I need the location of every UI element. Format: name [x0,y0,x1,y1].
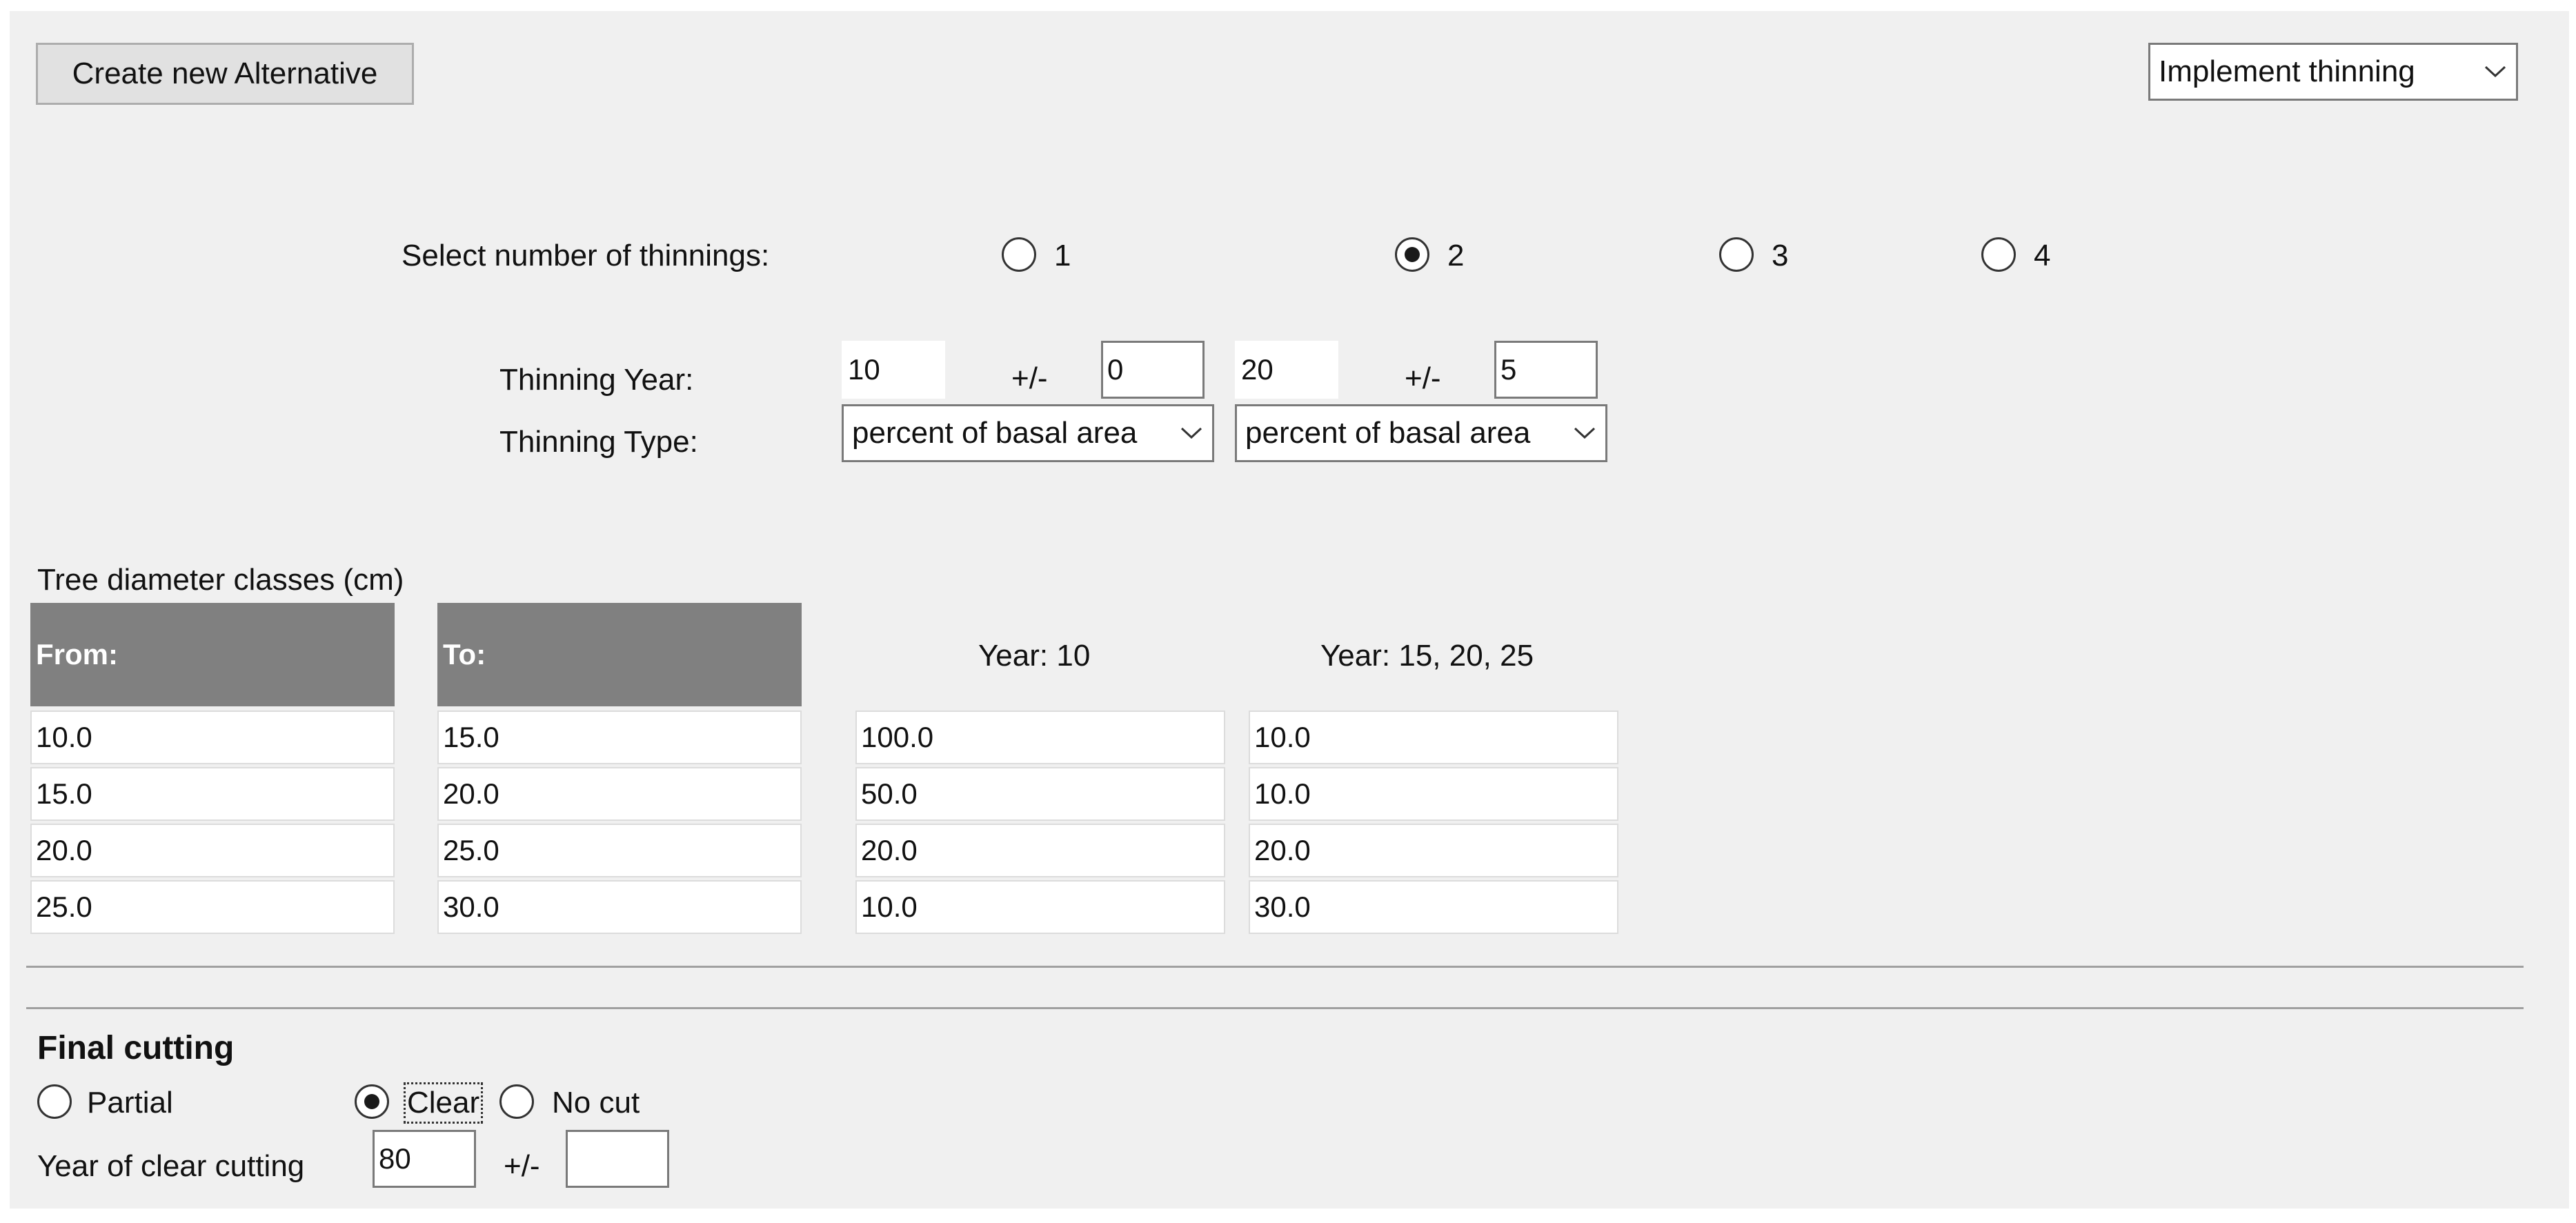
clear-cutting-year-label: Year of clear cutting [37,1149,305,1183]
cell-text: 10.0 [1254,721,1311,753]
thinning-tolerance-1-value: 0 [1107,353,1124,386]
year-2-column-header: Year: 15, 20, 25 [1320,639,1534,673]
cell-text: 25.0 [36,891,92,923]
final-cutting-title: Final cutting [37,1030,235,1066]
to-cell[interactable]: 30.0 [437,880,802,934]
cell-text: 100.0 [861,721,934,753]
final-cutting-nocut-radio[interactable] [499,1084,534,1119]
year-2-cell[interactable]: 10.0 [1249,767,1618,821]
thinning-year-label: Thinning Year: [499,363,694,397]
cell-text: 20.0 [1254,834,1311,866]
thinning-count-label-1: 1 [1054,239,1071,272]
thinning-type-2-value: percent of basal area [1245,416,1531,450]
cell-text: 20.0 [861,834,918,866]
thinning-year-1-input[interactable]: 10 [842,341,945,399]
diameter-caption: Tree diameter classes (cm) [37,563,404,597]
from-cell[interactable]: 10.0 [30,710,395,764]
chevron-down-icon [1171,406,1212,460]
thinning-year-2-input[interactable]: 20 [1235,341,1338,399]
cell-text: 15.0 [443,721,499,753]
cell-text: 30.0 [443,891,499,923]
thinning-tolerance-1-input[interactable]: 0 [1101,341,1205,399]
year-1-column-header: Year: 10 [978,639,1091,673]
from-cell[interactable]: 20.0 [30,824,395,877]
chevron-down-icon [1564,406,1605,460]
thinning-count-radio-1[interactable] [1002,237,1036,272]
final-cutting-clear-label: Clear [403,1082,484,1124]
year-1-cell[interactable]: 100.0 [855,710,1225,764]
from-column-header: From: [30,603,395,706]
from-cell[interactable]: 15.0 [30,767,395,821]
cell-text: 30.0 [1254,891,1311,923]
thinning-tolerance-2-value: 5 [1500,353,1517,386]
cell-text: 10.0 [1254,777,1311,810]
thinning-count-label-3: 3 [1772,239,1789,272]
year-1-cell[interactable]: 20.0 [855,824,1225,877]
thinning-panel: Create new Alternative Implement thinnin… [10,11,2569,1209]
final-cutting-partial-label: Partial [87,1086,173,1120]
thinning-year-2-value: 20 [1241,353,1274,386]
final-cutting-partial-radio[interactable] [37,1084,72,1119]
to-cell[interactable]: 20.0 [437,767,802,821]
clear-cutting-tolerance-label: +/- [504,1149,540,1183]
mode-select[interactable]: Implement thinning [2148,43,2518,101]
tolerance-label-1: +/- [1011,361,1048,395]
cell-text: 10.0 [861,891,918,923]
thinning-count-label-2: 2 [1447,239,1465,272]
from-header-text: From: [36,638,118,670]
to-column-header: To: [437,603,802,706]
final-cutting-clear-radio[interactable] [355,1084,389,1119]
from-cell[interactable]: 25.0 [30,880,395,934]
thinning-count-radio-4[interactable] [1981,237,2016,272]
cell-text: 25.0 [443,834,499,866]
divider [26,1007,2524,1009]
year-2-cell[interactable]: 10.0 [1249,710,1618,764]
thinning-type-1-select[interactable]: percent of basal area [842,404,1214,462]
tolerance-label-2: +/- [1405,361,1441,395]
cell-text: 10.0 [36,721,92,753]
create-new-alternative-label: Create new Alternative [72,57,378,90]
thinning-year-1-value: 10 [848,353,880,386]
clear-cutting-year-value: 80 [379,1142,411,1175]
thinning-type-1-value: percent of basal area [852,416,1138,450]
year-1-cell[interactable]: 50.0 [855,767,1225,821]
create-new-alternative-button[interactable]: Create new Alternative [36,43,414,105]
cell-text: 20.0 [443,777,499,810]
thinning-tolerance-2-input[interactable]: 5 [1494,341,1598,399]
mode-select-value: Implement thinning [2159,54,2415,88]
thinning-count-label-4: 4 [2034,239,2051,272]
year-1-cell[interactable]: 10.0 [855,880,1225,934]
to-cell[interactable]: 25.0 [437,824,802,877]
thinning-count-radio-2[interactable] [1395,237,1429,272]
year-2-cell[interactable]: 20.0 [1249,824,1618,877]
cell-text: 20.0 [36,834,92,866]
clear-cutting-tolerance-input[interactable] [566,1130,669,1188]
divider [26,966,2524,968]
thinning-type-2-select[interactable]: percent of basal area [1235,404,1607,462]
cell-text: 50.0 [861,777,918,810]
chevron-down-icon [2475,45,2516,99]
cell-text: 15.0 [36,777,92,810]
to-cell[interactable]: 15.0 [437,710,802,764]
year-2-cell[interactable]: 30.0 [1249,880,1618,934]
thinning-type-label: Thinning Type: [499,425,698,459]
clear-cutting-year-input[interactable]: 80 [373,1130,476,1188]
to-header-text: To: [443,638,486,670]
thinnings-label: Select number of thinnings: [402,239,770,272]
thinning-count-radio-3[interactable] [1719,237,1754,272]
final-cutting-nocut-label: No cut [552,1086,640,1120]
